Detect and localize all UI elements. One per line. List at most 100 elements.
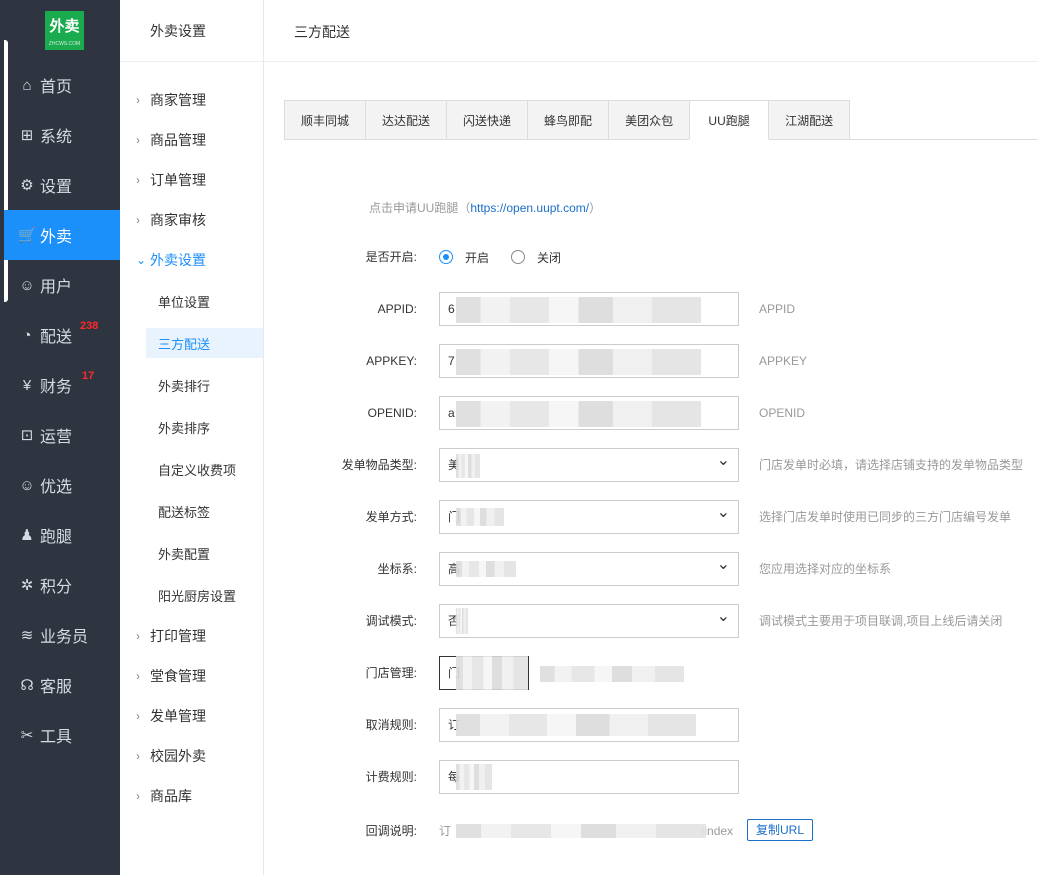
subnav-group-9[interactable]: › 商品库 <box>120 776 263 816</box>
coord-label: 坐标系: <box>377 562 417 576</box>
coord-help: 您应用选择对应的坐标系 <box>759 562 892 576</box>
nav-item-label: 设置 <box>40 179 73 196</box>
enabled-radio-group: 开启 关闭 <box>439 240 583 274</box>
debug-select[interactable]: 否 <box>439 604 739 638</box>
main-nav: ⌂ 首页 ⊞ 系统 ⚙ 设置 🛒 外卖 ☺ 用户 ◔ 配送 238 ¥ 财务 17 ⊡ 运营 ☺ 优选 ♟ 跑腿 ✲ 积分 ≋ 业… <box>4 60 124 760</box>
subnav-child-0[interactable]: 单位设置 <box>120 280 263 322</box>
tools-icon: ✂ <box>20 727 34 744</box>
subnav-group-label: 商家审核 <box>150 212 206 228</box>
cancel-rule-label: 取消规则: <box>365 718 417 732</box>
openid-value: a <box>448 406 455 420</box>
subnav-group-label: 校园外卖 <box>150 748 206 764</box>
nav-item-4[interactable]: ☺ 用户 <box>4 260 124 310</box>
chevron-right-icon: › <box>136 93 140 107</box>
subnav-group-6[interactable]: › 堂食管理 <box>120 656 263 696</box>
nav-item-12[interactable]: ☊ 客服 <box>4 660 124 710</box>
subnav-child-3[interactable]: 外卖排序 <box>120 406 263 448</box>
headset-icon: ☊ <box>20 677 34 694</box>
redaction-blur <box>456 349 701 375</box>
windows-icon: ⊞ <box>20 127 34 144</box>
nav-item-0[interactable]: ⌂ 首页 <box>4 60 124 110</box>
subnav-group-7[interactable]: › 发单管理 <box>120 696 263 736</box>
subnav-group-5[interactable]: › 打印管理 <box>120 616 263 656</box>
enabled-label: 是否开启: <box>365 250 417 264</box>
apply-hint-suffix: ） <box>589 201 602 215</box>
row-fee-rule: 计费规则: 每 <box>284 760 1038 794</box>
tab-3[interactable]: 蜂鸟即配 <box>527 100 610 140</box>
nav-item-10[interactable]: ✲ 积分 <box>4 560 124 610</box>
subnav-group-1[interactable]: › 商品管理 <box>120 120 263 160</box>
nav-item-5[interactable]: ◔ 配送 238 <box>4 310 124 360</box>
nav-item-7[interactable]: ⊡ 运营 <box>4 410 124 460</box>
appkey-label: APPKEY: <box>366 354 417 368</box>
subnav-child-4[interactable]: 自定义收费项 <box>120 448 263 490</box>
nav-item-label: 运营 <box>40 429 73 446</box>
tab-0[interactable]: 顺丰同城 <box>284 100 367 140</box>
subnav-group-2[interactable]: › 订单管理 <box>120 160 263 200</box>
enabled-on-radio[interactable] <box>439 250 453 264</box>
page-header: 三方配送 <box>264 0 1038 62</box>
tab-2[interactable]: 闪送快递 <box>446 100 529 140</box>
appkey-value: 7 <box>448 354 455 368</box>
nav-item-1[interactable]: ⊞ 系统 <box>4 110 124 160</box>
count-badge: 17 <box>82 370 95 382</box>
debug-help: 调试模式主要用于项目联调,项目上线后请关闭 <box>759 614 1003 628</box>
subnav-child-6[interactable]: 外卖配置 <box>120 532 263 574</box>
subnav-child-7[interactable]: 阳光厨房设置 <box>120 574 263 616</box>
subnav-group-8[interactable]: › 校园外卖 <box>120 736 263 776</box>
logo-text: 外卖 <box>49 18 80 35</box>
enabled-on-label[interactable]: 开启 <box>465 249 489 266</box>
smile-icon: ☺ <box>19 476 35 494</box>
nav-item-8[interactable]: ☺ 优选 <box>4 460 124 510</box>
logo-subtext: ZHCWS.COM <box>48 41 81 47</box>
tab-5[interactable]: UU跑腿 <box>689 100 770 140</box>
subnav-group-4[interactable]: ⌄ 外卖设置 <box>120 240 263 280</box>
apply-link[interactable]: https://open.uupt.com/ <box>470 201 589 215</box>
copy-url-button[interactable]: 复制URL <box>747 819 814 841</box>
nav-item-label: 业务员 <box>40 629 89 646</box>
redaction-blur <box>456 824 706 838</box>
main-sidebar: 外卖 ZHCWS.COM ⌂ 首页 ⊞ 系统 ⚙ 设置 🛒 外卖 ☺ 用户 ◔ 配送 238 ¥ 财务 17 ⊡… <box>0 0 124 875</box>
redaction-blur <box>456 656 528 690</box>
subnav-child-2[interactable]: 外卖排行 <box>120 364 263 406</box>
nav-item-label: 首页 <box>40 79 73 96</box>
appid-label: APPID: <box>377 302 417 316</box>
subnav-group-label: 打印管理 <box>150 628 206 644</box>
subnav-group-label: 商品库 <box>150 788 192 804</box>
tab-6[interactable]: 江湖配送 <box>768 100 851 140</box>
nav-item-9[interactable]: ♟ 跑腿 <box>4 510 124 560</box>
app-logo[interactable]: 外卖 ZHCWS.COM <box>45 11 84 50</box>
nav-item-label: 积分 <box>40 579 73 596</box>
chevron-right-icon: › <box>136 133 140 147</box>
enabled-off-label[interactable]: 关闭 <box>537 249 561 266</box>
nav-item-11[interactable]: ≋ 业务员 <box>4 610 124 660</box>
tab-4[interactable]: 美团众包 <box>608 100 691 140</box>
nav-item-3[interactable]: 🛒 外卖 <box>4 210 124 260</box>
send-mode-help: 选择门店发单时使用已同步的三方门店编号发单 <box>759 510 1012 524</box>
appid-value: 6 <box>448 302 455 316</box>
row-enabled: 是否开启: 开启 关闭 <box>284 240 1038 274</box>
nav-item-6[interactable]: ¥ 财务 17 <box>4 360 124 410</box>
subnav-child-1[interactable]: 三方配送 <box>146 328 263 358</box>
fee-rule-label: 计费规则: <box>365 770 417 784</box>
nav-item-13[interactable]: ✂ 工具 <box>4 710 124 760</box>
cart-icon: 🛒 <box>18 227 37 244</box>
enabled-off-radio[interactable] <box>511 250 526 264</box>
subnav-group-3[interactable]: › 商家审核 <box>120 200 263 240</box>
chevron-right-icon: › <box>136 709 140 723</box>
nav-item-label: 工具 <box>40 729 73 746</box>
tab-1[interactable]: 达达配送 <box>365 100 448 140</box>
subnav-group-label: 发单管理 <box>150 708 206 724</box>
nav-item-label: 外卖 <box>40 229 73 246</box>
nav-item-2[interactable]: ⚙ 设置 <box>4 160 124 210</box>
subnav-group-label: 商家管理 <box>150 92 206 108</box>
subnav-group-0[interactable]: › 商家管理 <box>120 80 263 120</box>
nav-item-label: 优选 <box>40 479 73 496</box>
page-title: 三方配送 <box>294 24 350 40</box>
chevron-right-icon: › <box>136 173 140 187</box>
goods-type-label: 发单物品类型: <box>341 458 417 472</box>
nav-item-label: 用户 <box>40 279 73 296</box>
chevron-right-icon: › <box>136 629 140 643</box>
subnav-child-5[interactable]: 配送标签 <box>120 490 263 532</box>
goods-type-select[interactable]: 美 <box>439 448 739 482</box>
